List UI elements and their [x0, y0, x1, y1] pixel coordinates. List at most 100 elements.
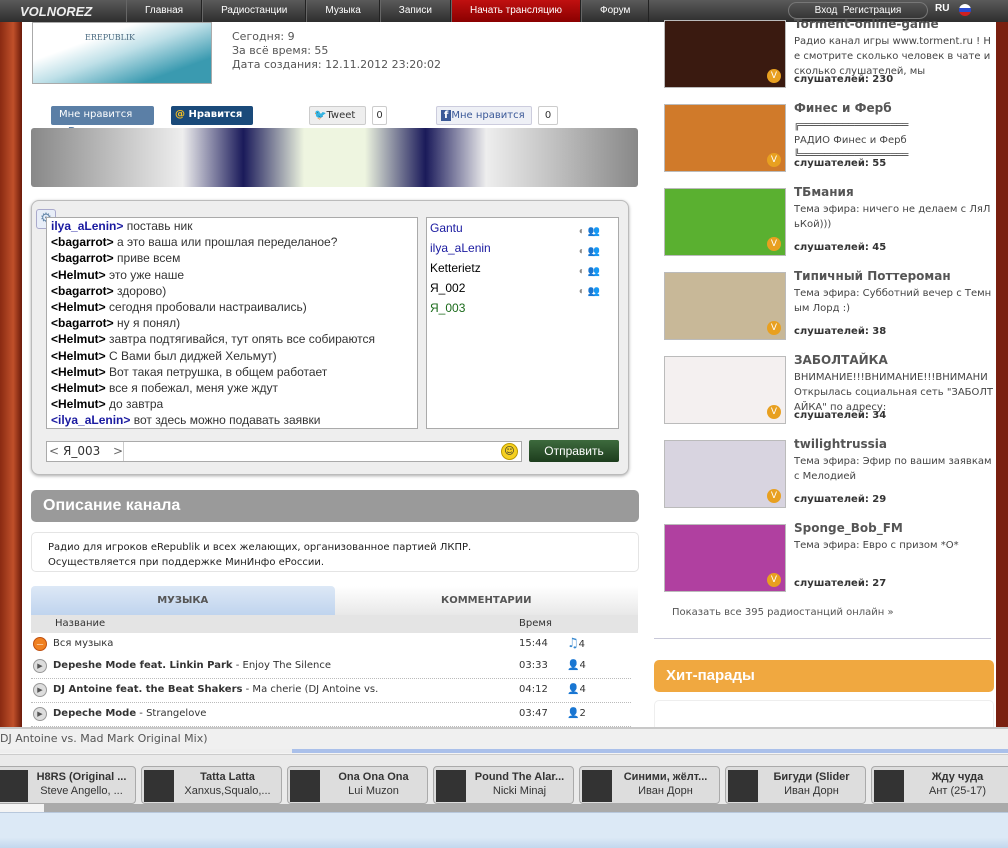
nav-stations[interactable]: Радиостанции: [202, 0, 307, 22]
chat-user-name[interactable]: Я_003: [430, 301, 465, 315]
track-tile[interactable]: H8RS (Original ... Steve Angello, ...: [0, 766, 136, 804]
station-card[interactable]: V ЗАБОЛТАЙКА ВНИМАНИЕ!!!ВНИМАНИЕ!!!ВНИМАНИ…: [664, 353, 994, 424]
nick-prev-arrow[interactable]: <: [49, 444, 59, 458]
vk-like-button[interactable]: Мне нравится В: [51, 106, 154, 137]
play-icon[interactable]: ▶: [33, 707, 47, 721]
chat-message-author[interactable]: <Helmut>: [51, 332, 106, 346]
track-tile[interactable]: Ona Ona Ona Lui Muzon: [287, 766, 428, 804]
station-title[interactable]: twilightrussia: [794, 437, 887, 451]
chat-user[interactable]: ilya_aLenin ◐ 👥: [427, 238, 618, 258]
station-card[interactable]: V ТБмания Тема эфира: ничего не делаем с Л…: [664, 185, 994, 256]
russia-flag-icon[interactable]: [959, 4, 971, 16]
playback-progress[interactable]: [0, 749, 1008, 753]
track-row[interactable]: ▶ Depeche Mode - Strangelove 03:47 👤2: [31, 703, 631, 727]
tweet-button[interactable]: 🐦Tweet: [309, 106, 366, 125]
chat-user-name[interactable]: Ketterietz: [430, 261, 481, 275]
tile-artist: Lui Muzon: [348, 785, 399, 797]
nav-forum[interactable]: Форум: [580, 0, 650, 22]
station-title[interactable]: Типичный Поттероман: [794, 269, 951, 283]
chat-user[interactable]: Gantu ◐ 👥: [427, 218, 618, 238]
station-image[interactable]: V: [664, 440, 786, 508]
tab-music[interactable]: МУЗЫКА: [31, 586, 335, 615]
chat-user[interactable]: Ketterietz ◐ 👥: [427, 258, 618, 278]
station-card[interactable]: V Torment-online-game Радио канал игры www…: [664, 17, 994, 88]
all-music-label: Вся музыка: [53, 638, 114, 649]
track-artist: Depeche Mode: [53, 708, 137, 719]
tile-title: Бигуди (Slider: [773, 771, 850, 783]
track-time: 03:33: [519, 660, 548, 671]
all-music-row[interactable]: — Вся музыка 15:44 ♫4: [31, 633, 631, 657]
mailru-like-button[interactable]: @ Нравится: [171, 106, 253, 125]
register-link[interactable]: Регистрация: [843, 5, 901, 16]
chat-message-author[interactable]: <Helmut>: [51, 300, 106, 314]
station-image[interactable]: V: [664, 524, 786, 592]
station-card[interactable]: V Типичный Поттероман Тема эфира: Субботни…: [664, 269, 994, 340]
chat-message-input[interactable]: [123, 442, 497, 461]
scrollbar-thumb[interactable]: [0, 804, 44, 812]
station-title[interactable]: ТБмания: [794, 185, 854, 199]
nav-home[interactable]: Главная: [126, 0, 203, 22]
stat-today: Сегодня: 9: [232, 30, 295, 43]
track-tile[interactable]: Синими, жёлт... Иван Дорн: [579, 766, 720, 804]
chat-message-author[interactable]: <bagarrot>: [51, 251, 114, 265]
chat-message-text: здорово): [113, 283, 167, 298]
track-row[interactable]: ▶ DJ Antoine feat. the Beat Shakers - Ma …: [31, 679, 631, 703]
facebook-icon: f: [441, 110, 452, 121]
station-image[interactable]: V: [664, 20, 786, 88]
show-all-stations-link[interactable]: Показать все 395 радиостанций онлайн »: [672, 607, 894, 618]
chat-message-author[interactable]: <bagarrot>: [51, 316, 114, 330]
nick-selector[interactable]: Я_003: [63, 444, 100, 458]
chat-message: <Helmut> завтра подтягивайся, тут опять …: [47, 331, 417, 347]
track-artist: DJ Antoine feat. the Beat Shakers: [53, 684, 243, 695]
play-icon[interactable]: ▶: [33, 659, 47, 673]
play-icon[interactable]: ▶: [33, 683, 47, 697]
nav-start-broadcast[interactable]: Начать трансляцию: [450, 0, 581, 22]
chat-user-name[interactable]: ilya_aLenin: [430, 241, 491, 255]
nav-records[interactable]: Записи: [379, 0, 451, 22]
station-image[interactable]: V: [664, 104, 786, 172]
station-card[interactable]: Vtwilightrussia Тема эфира: Эфир по вашим…: [664, 437, 994, 508]
chat-message-author[interactable]: <bagarrot>: [51, 284, 114, 298]
track-tile[interactable]: Жду чуда Ант (25-17): [871, 766, 1008, 804]
chat-message-author[interactable]: <Helmut>: [51, 381, 106, 395]
station-image[interactable]: V: [664, 272, 786, 340]
station-title[interactable]: Torment-online-game: [794, 17, 939, 31]
channel-logo: EREPUBLIK: [32, 22, 212, 84]
smiley-icon[interactable]: ☺: [501, 443, 518, 460]
language-selector[interactable]: RU: [935, 3, 949, 14]
track-tile[interactable]: Бигуди (Slider Иван Дорн: [725, 766, 866, 804]
chat-message-author[interactable]: <Helmut>: [51, 365, 106, 379]
station-card[interactable]: V Sponge_Bob_FM Тема эфира: Евро с призом …: [664, 521, 994, 592]
nick-next-arrow[interactable]: >: [113, 444, 123, 458]
chat-user[interactable]: Я_003: [427, 298, 618, 318]
chat-message-author[interactable]: <Helmut>: [51, 268, 106, 282]
track-tile[interactable]: Pound The Alar... Nicki Minaj: [433, 766, 574, 804]
chat-message-author[interactable]: <ilya_aLenin>: [51, 413, 130, 427]
tiles-scrollbar[interactable]: [0, 804, 1008, 812]
station-image[interactable]: V: [664, 356, 786, 424]
station-description: Радио канал игры www.torment.ru ! Не смо…: [794, 36, 991, 76]
chat-message-author[interactable]: <Helmut>: [51, 349, 106, 363]
station-title[interactable]: Финес и Ферб: [794, 101, 892, 115]
nav-music[interactable]: Музыка: [306, 0, 380, 22]
facebook-like-button[interactable]: f Мне нравится: [436, 106, 532, 125]
tab-comments[interactable]: КОММЕНТАРИИ: [334, 586, 638, 615]
chat-user[interactable]: Я_002 ◐ 👥: [427, 278, 618, 298]
chat-user-name[interactable]: Я_002: [430, 281, 465, 295]
send-button[interactable]: Отправить: [529, 440, 619, 462]
chat-message-author[interactable]: ilya_aLenin>: [51, 219, 123, 233]
station-title[interactable]: ЗАБОЛТАЙКА: [794, 353, 888, 367]
minus-icon[interactable]: —: [33, 637, 47, 651]
station-title[interactable]: Sponge_Bob_FM: [794, 521, 903, 535]
site-logo[interactable]: VOLNOREZ: [0, 4, 126, 19]
login-link[interactable]: Вход: [815, 5, 838, 16]
chat-user-name[interactable]: Gantu: [430, 221, 463, 235]
listener-count: 👤2: [567, 708, 586, 719]
chat-message-author[interactable]: <bagarrot>: [51, 235, 114, 249]
station-card[interactable]: V Финес и Ферб ╔══════════════════ РАДИО Ф…: [664, 101, 994, 172]
track-tile[interactable]: Tatta Latta Xanxus,Squalo,...: [141, 766, 282, 804]
station-image[interactable]: V: [664, 188, 786, 256]
chat-message-text: а это ваша или прошлая переделаное?: [113, 235, 338, 250]
track-row[interactable]: ▶ Depeshe Mode feat. Linkin Park - Enjoy …: [31, 655, 631, 679]
chat-message-author[interactable]: <Helmut>: [51, 397, 106, 411]
